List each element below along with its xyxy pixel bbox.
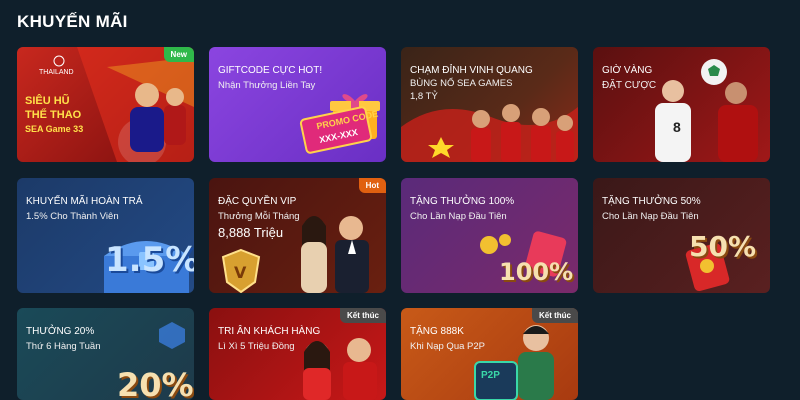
- promo-card-p2p-888k[interactable]: TẶNG 888K Khi Nạp Qua P2P P2P Kết thúc: [401, 308, 578, 400]
- promo-card-first-deposit-100[interactable]: TẶNG THƯỞNG 100% Cho Lần Nạp Đầu Tiên 10…: [401, 178, 578, 293]
- p2p-label: P2P: [481, 370, 500, 381]
- card-title: TẶNG 888K: [410, 326, 464, 337]
- card-title: GIỜ VÀNG: [602, 65, 653, 76]
- blue-cube-icon: [159, 322, 185, 349]
- card-title: TẶNG THƯỞNG 100%: [410, 196, 515, 207]
- hot-badge: Hot: [358, 178, 386, 193]
- footballer-red-kit-icon: [718, 82, 758, 162]
- promo-card-sea-games-glory[interactable]: CHẠM ĐỈNH VINH QUANG BÙNG NỔ SEA GAMES 1…: [401, 47, 578, 162]
- card-subtitle: Cho Lần Nạp Đầu Tiên: [602, 211, 699, 222]
- gold-coins-icon: [480, 234, 511, 254]
- bonus-rate: 20%: [117, 366, 194, 400]
- card-title: GIFTCODE CỰC HOT!: [218, 65, 323, 76]
- card-title: KHUYẾN MÃI HOÀN TRẢ: [26, 196, 143, 207]
- promo-card-first-deposit-50[interactable]: TẶNG THƯỞNG 50% Cho Lần Nạp Đầu Tiên 50%: [593, 178, 770, 293]
- card-title: TẶNG THƯỞNG 50%: [602, 196, 701, 207]
- card-title: CHẠM ĐỈNH VINH QUANG: [410, 65, 533, 76]
- card-subtitle: Khi Nạp Qua P2P: [410, 341, 485, 352]
- promo-card-cashback[interactable]: KHUYẾN MÃI HOÀN TRẢ 1.5% Cho Thành Viên …: [17, 178, 194, 293]
- card-amount: 8,888 Triệu: [218, 225, 284, 240]
- card-subtitle: 1.5% Cho Thành Viên: [26, 211, 119, 222]
- card-title: THƯỞNG 20%: [26, 326, 95, 337]
- cashback-rate: 1.5%: [105, 240, 194, 280]
- page-title: KHUYẾN MÃI: [17, 12, 128, 31]
- card-line-3: SEA Game 33: [25, 124, 84, 134]
- jersey-number: 8: [673, 119, 681, 135]
- card-subtitle: BÙNG NỔ SEA GAMES: [410, 78, 513, 89]
- bonus-rate: 50%: [689, 230, 757, 263]
- thailand-logo-icon: [53, 55, 65, 67]
- card-subtitle: Cho Lần Nạp Đầu Tiên: [410, 211, 507, 222]
- card-amount: 1,8 TỶ: [410, 91, 438, 102]
- promo-card-vip[interactable]: ĐẶC QUYỀN VIP Thưởng Mỗi Tháng 8,888 Tri…: [209, 178, 386, 293]
- card-line-1: SIÊU HŨ: [25, 95, 70, 107]
- card-subtitle: Thứ 6 Hàng Tuần: [26, 341, 101, 352]
- ended-badge: Kết thúc: [532, 308, 578, 323]
- card-title: ĐẶC QUYỀN VIP: [218, 196, 297, 207]
- vip-shield-icon: V: [221, 248, 261, 293]
- promo-card-giftcode[interactable]: GIFTCODE CỰC HOT! Nhận Thưởng Liền Tay P…: [209, 47, 386, 162]
- svg-text:V: V: [234, 263, 247, 282]
- team-celebrating-icon: [471, 104, 574, 162]
- card-subtitle: Nhận Thưởng Liền Tay: [218, 80, 316, 91]
- card-line-2: THỂ THAO: [25, 109, 82, 121]
- promo-card-golden-hour[interactable]: GIỜ VÀNG ĐẶT CƯỢC 8: [593, 47, 770, 162]
- promo-card-customer-appreciation[interactable]: TRI ÂN KHÁCH HÀNG Lì Xì 5 Triệu Đồng Kết…: [209, 308, 386, 400]
- thailand-label: THAILAND: [39, 69, 74, 76]
- bonus-rate: 100%: [499, 258, 574, 286]
- couple-ambassadors-icon: [301, 216, 369, 293]
- promo-card-friday-20[interactable]: THƯỞNG 20% Thứ 6 Hàng Tuần 20%: [17, 308, 194, 400]
- promo-card-sea-games-jackpot[interactable]: THAILAND SIÊU HŨ THỂ THAO SEA Game 33 Ne…: [17, 47, 194, 162]
- couple-ambassadors-icon: [303, 338, 377, 400]
- player-celebrating-icon: [130, 83, 186, 152]
- new-badge: New: [163, 47, 194, 62]
- card-subtitle: Lì Xì 5 Triệu Đồng: [218, 341, 295, 352]
- ended-badge: Kết thúc: [340, 308, 386, 323]
